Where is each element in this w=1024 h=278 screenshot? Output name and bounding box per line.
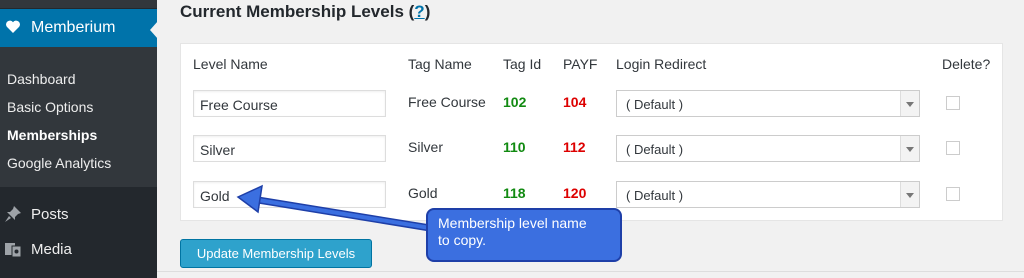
annotation-callout: Membership level name to copy. — [426, 208, 622, 262]
callout-line: to copy. — [438, 232, 486, 248]
callout-line: Membership level name — [438, 215, 587, 231]
